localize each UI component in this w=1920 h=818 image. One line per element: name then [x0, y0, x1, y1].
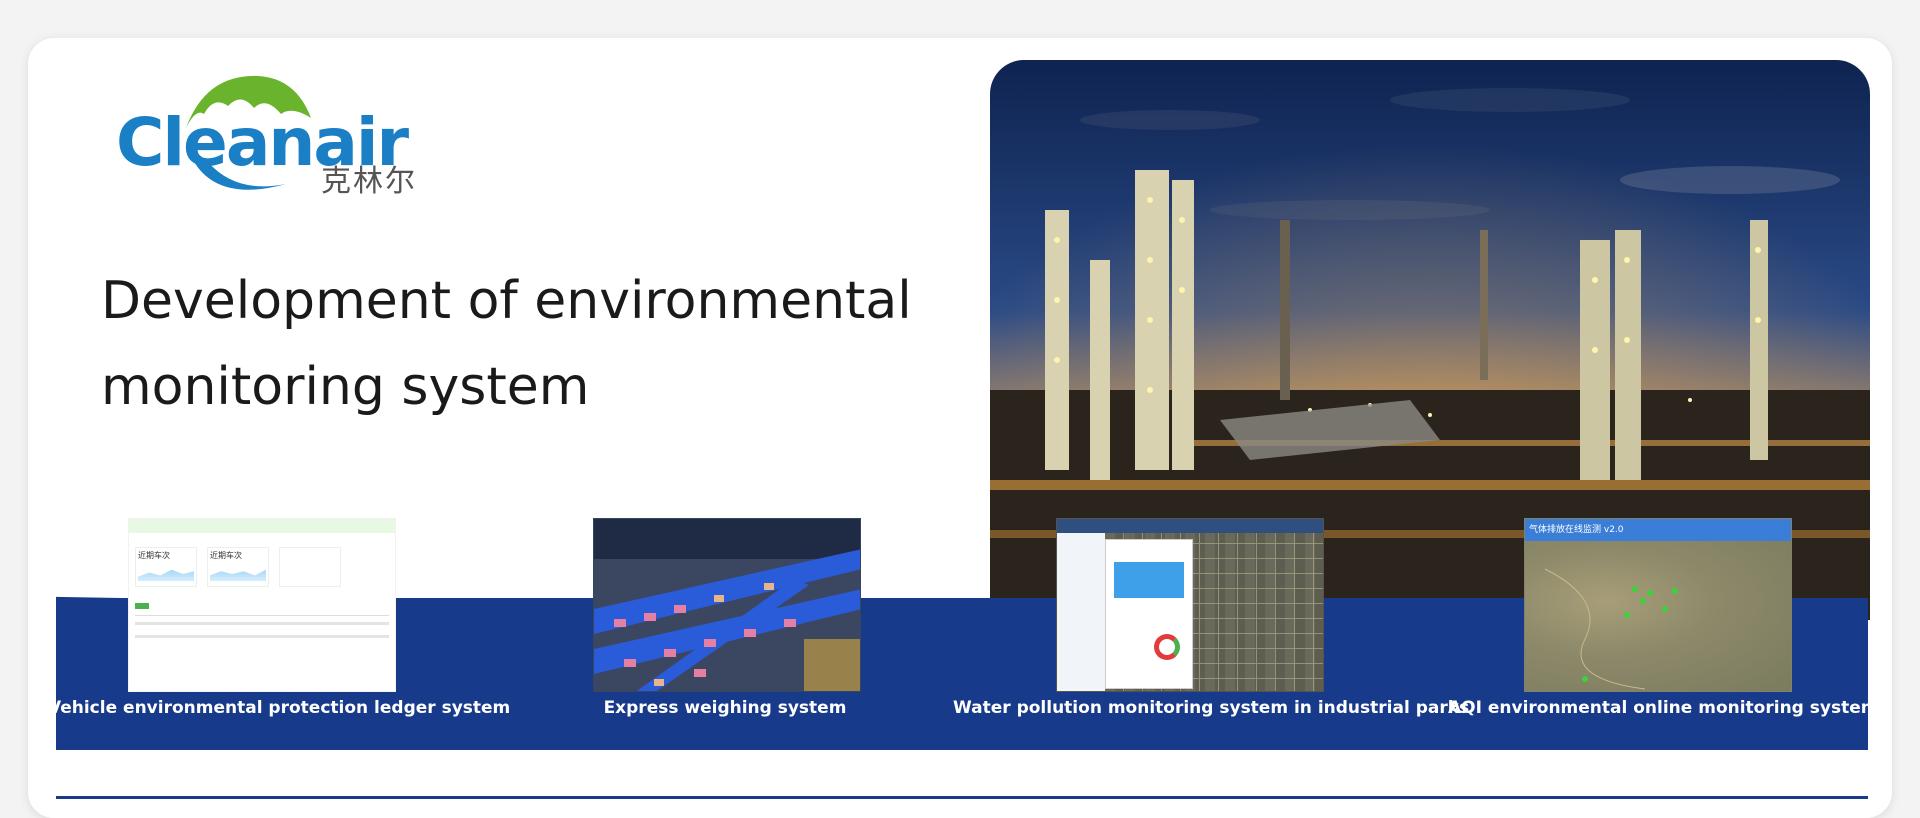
dashboard-topbar — [129, 519, 395, 533]
gis-sidebar-menu — [1057, 533, 1105, 691]
page-title: Development of environmental monitoring … — [101, 271, 912, 417]
aqi-station-markers — [1544, 568, 1678, 690]
stat-card-label: 近期车次 — [138, 551, 170, 560]
gis-panel — [1105, 539, 1193, 689]
water-pollution-caption: Water pollution monitoring system in ind… — [953, 698, 1470, 718]
gis-header — [1057, 519, 1323, 533]
section-divider — [56, 796, 1868, 799]
express-weighing-caption: Express weighing system — [603, 698, 847, 718]
panel-donut-chart — [1154, 634, 1180, 660]
panel-bar-chart — [1114, 562, 1184, 598]
add-button — [135, 603, 149, 609]
vehicle-ledger-thumbnail[interactable]: 近期车次 近期车次 — [128, 518, 396, 692]
stat-card: 近期车次 — [207, 547, 269, 587]
stat-card: 近期车次 — [135, 547, 197, 587]
logo-chinese-text: 克林尔 — [321, 164, 417, 199]
water-pollution-thumbnail[interactable] — [1056, 518, 1324, 692]
vehicle-ledger-caption: Vehicle environmental protection ledger … — [48, 698, 511, 718]
aqi-monitoring-caption: AQI environmental online monitoring syst… — [1448, 698, 1879, 718]
aqi-monitoring-thumbnail[interactable]: 气体排放在线监测 v2.0 — [1524, 518, 1792, 692]
cleanair-logo[interactable]: Cleanair 克林尔 — [116, 66, 446, 199]
express-weighing-thumbnail[interactable] — [593, 518, 861, 692]
banner-card: Cleanair 克林尔 Development of environmenta… — [28, 38, 1892, 818]
stat-card — [279, 547, 341, 587]
stat-card-label: 近期车次 — [210, 551, 242, 560]
